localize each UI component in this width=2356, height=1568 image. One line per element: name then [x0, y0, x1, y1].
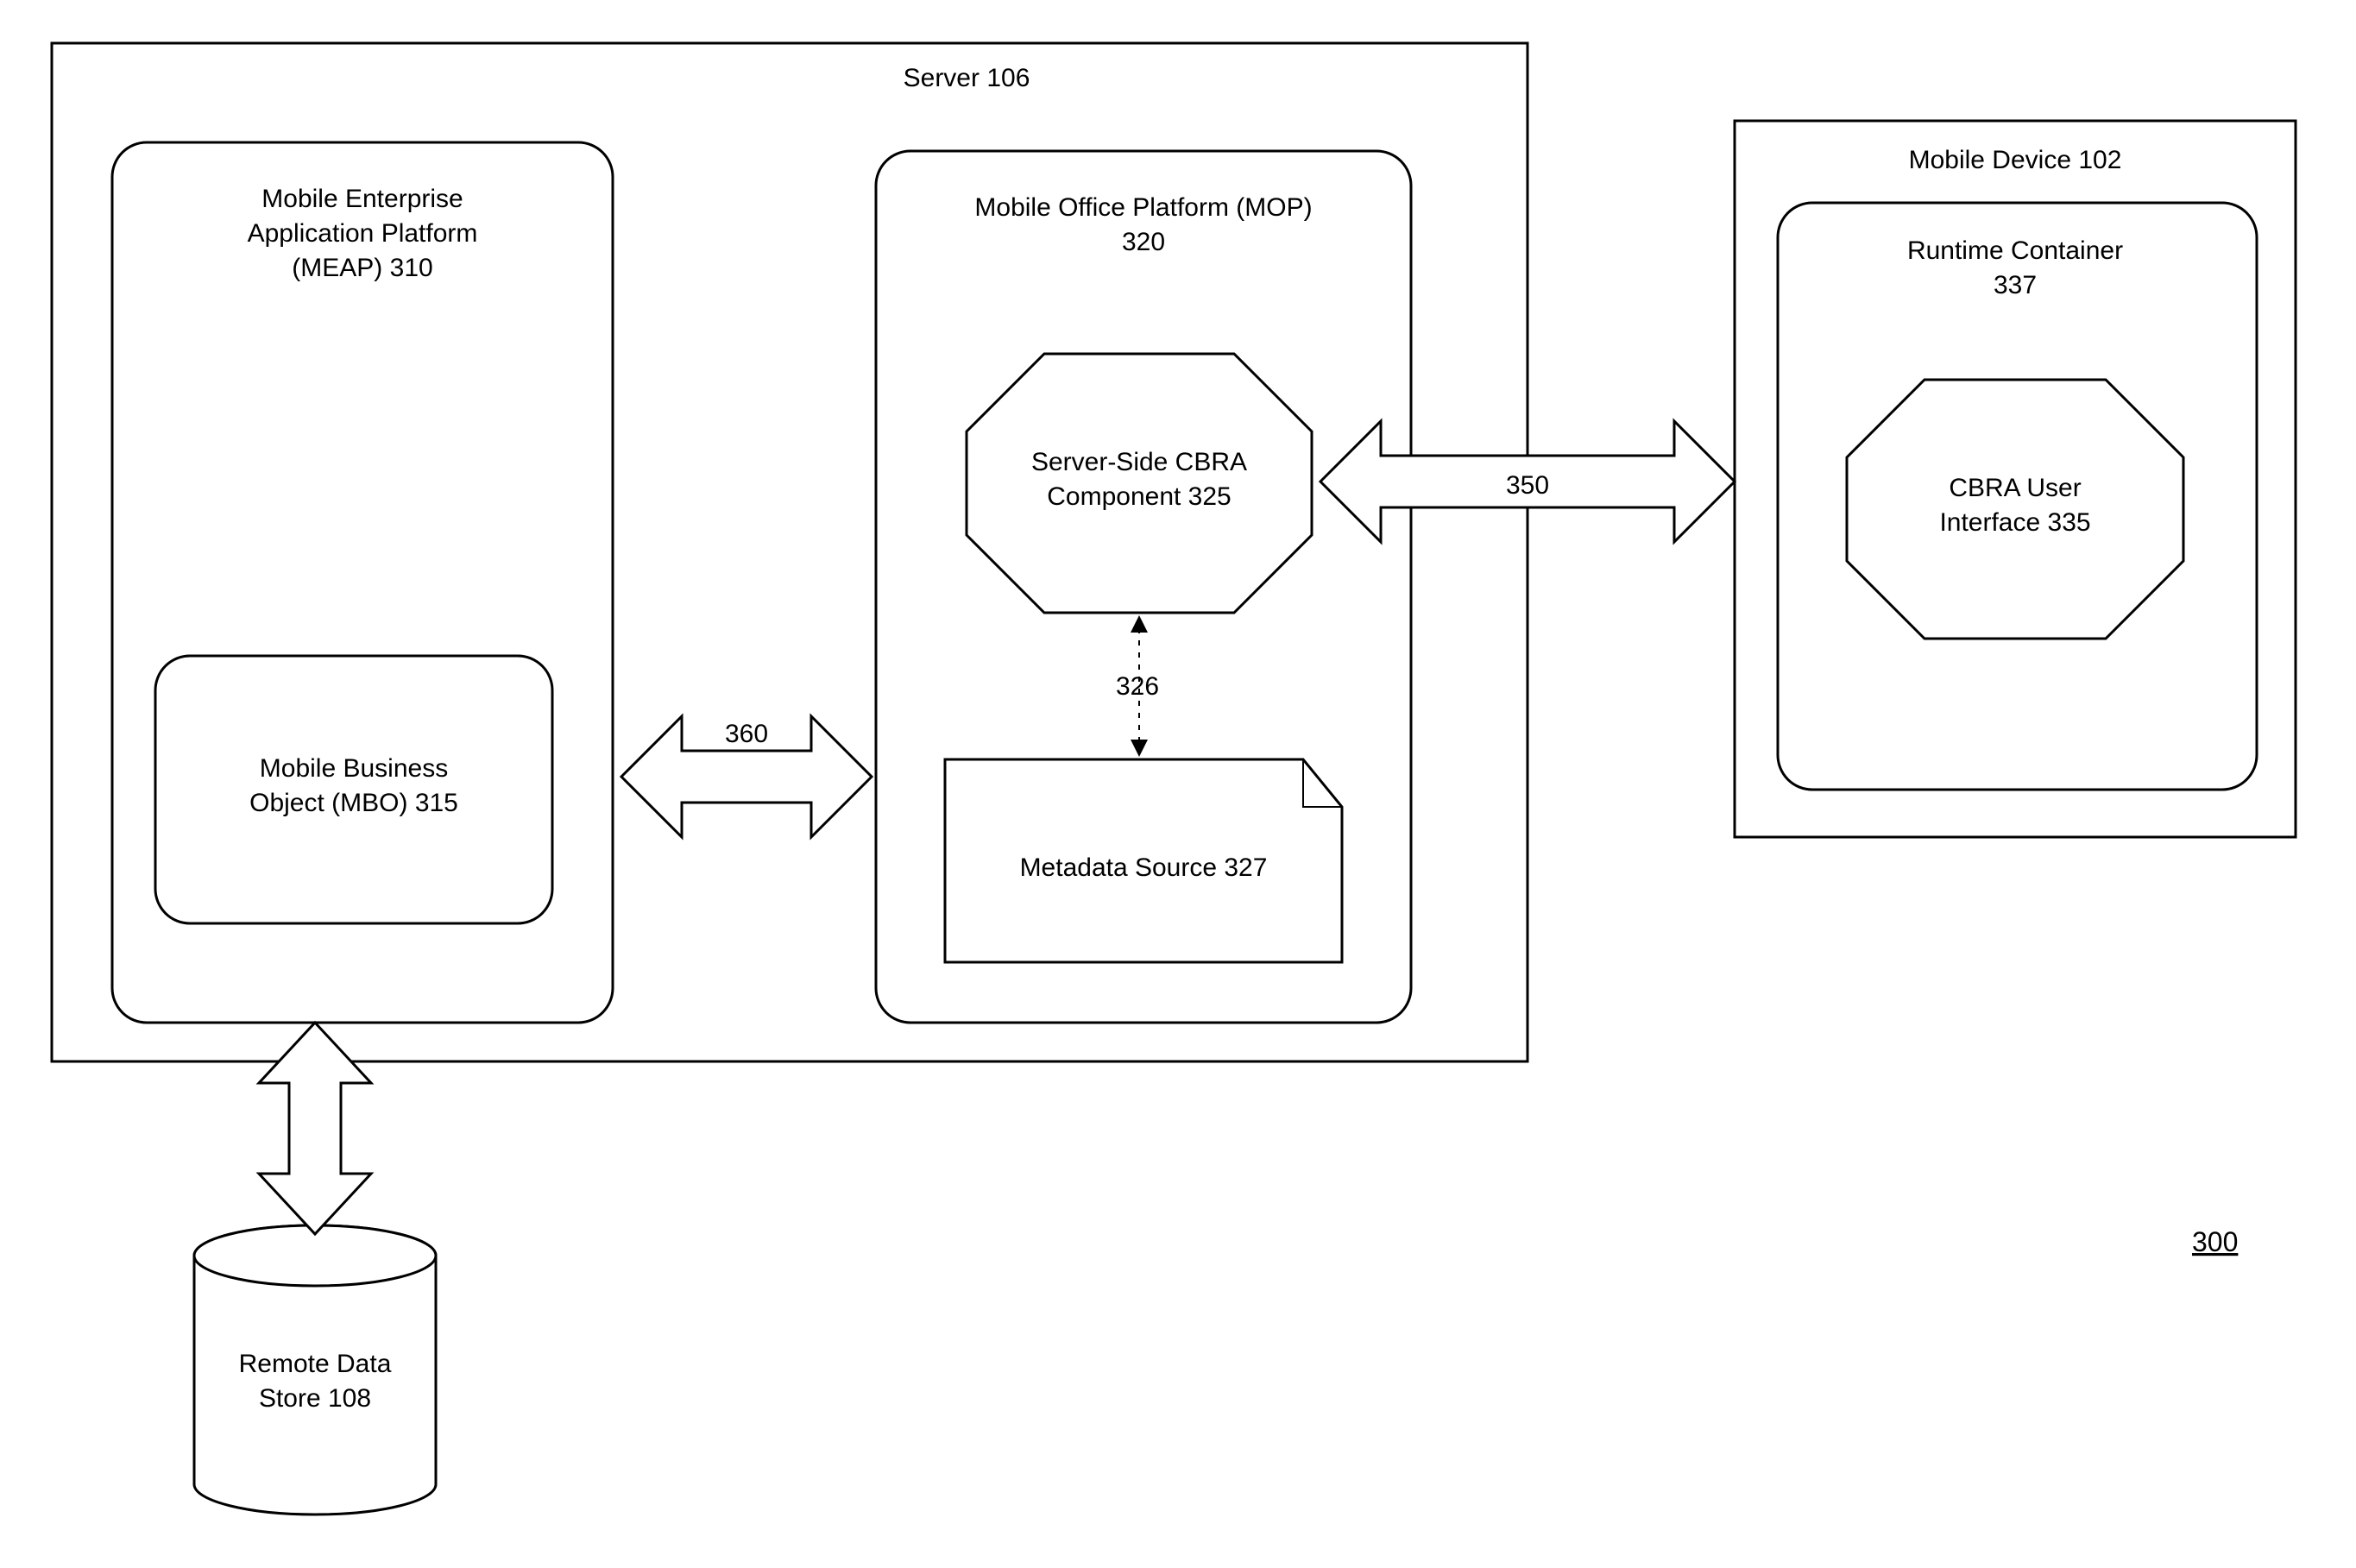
remote-store-l1: Remote Data [239, 1350, 392, 1378]
arrow-360-label: 360 [725, 720, 768, 748]
mbo-line1: Mobile Business [260, 754, 448, 783]
cbra-server-l2: Component 325 [1047, 482, 1232, 511]
mop-line2: 320 [1122, 228, 1165, 256]
mobile-device-title: Mobile Device 102 [1909, 146, 2122, 174]
figure-number: 300 [2192, 1226, 2238, 1257]
meap-line1: Mobile Enterprise [261, 185, 463, 213]
mbo-line2: Object (MBO) 315 [249, 789, 458, 817]
remote-store-l2: Store 108 [259, 1384, 371, 1413]
mop-line1: Mobile Office Platform (MOP) [974, 193, 1312, 222]
server-title: Server 106 [904, 64, 1030, 92]
runtime-l2: 337 [1994, 271, 2037, 299]
cbra-server-l1: Server-Side CBRA [1031, 448, 1247, 476]
system-architecture-diagram: Server 106 Mobile Enterprise Application… [0, 0, 2356, 1568]
remote-data-store-cylinder: Remote Data Store 108 [194, 1225, 436, 1514]
meap-line3: (MEAP) 310 [292, 254, 432, 282]
meap-line2: Application Platform [248, 219, 478, 248]
cbra-user-l2: Interface 335 [1939, 508, 2090, 537]
metadata-source-label: Metadata Source 327 [1020, 853, 1268, 882]
cbra-user-l1: CBRA User [1949, 474, 2081, 502]
arrow-350-label: 350 [1506, 471, 1549, 500]
arrow-326-label: 326 [1116, 672, 1159, 701]
runtime-l1: Runtime Container [1907, 236, 2123, 265]
